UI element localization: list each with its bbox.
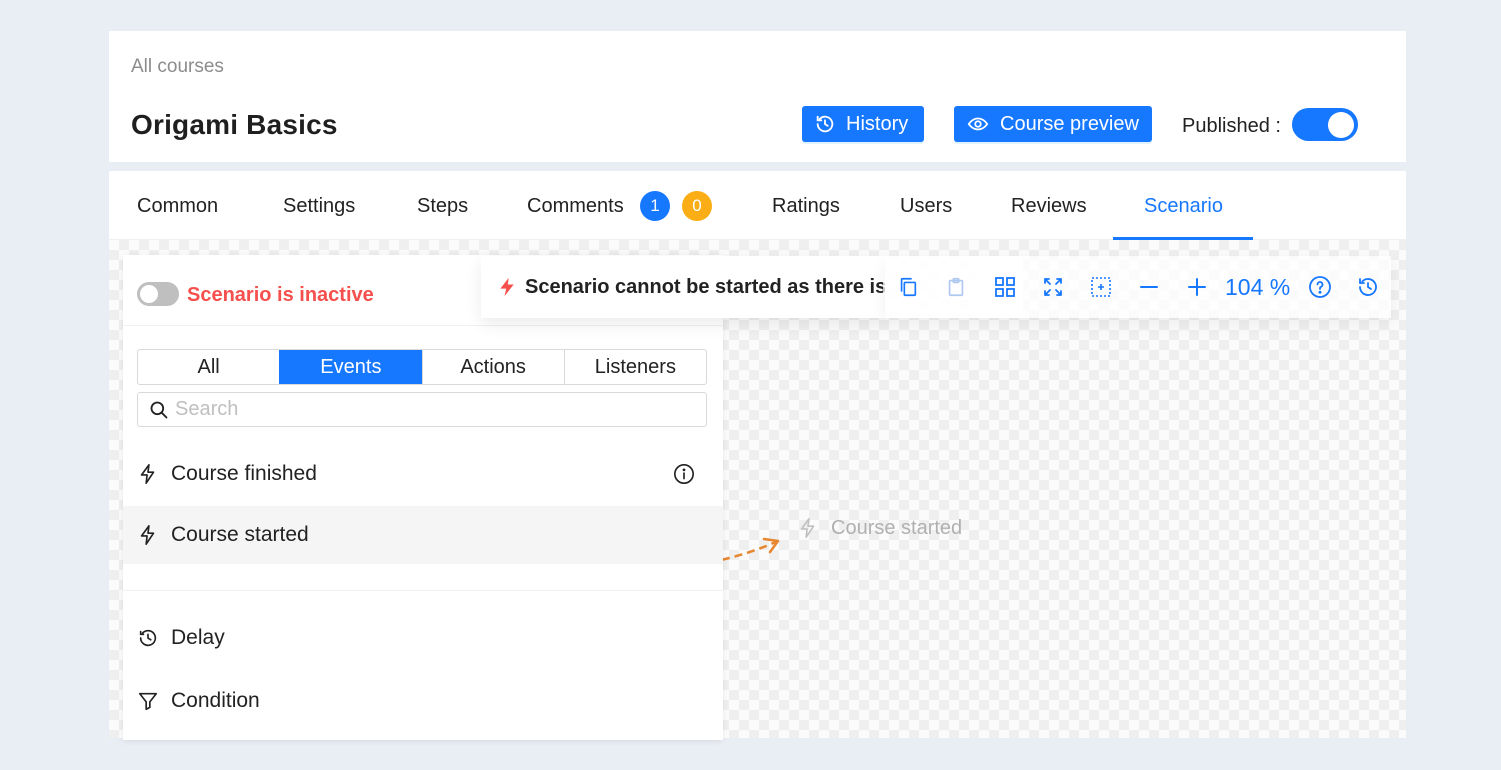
lightning-icon [140, 464, 155, 484]
tab-common[interactable]: Common [137, 195, 218, 218]
eye-icon [967, 117, 989, 131]
event-label: Course started [171, 523, 309, 546]
scenario-warning-alert: Scenario cannot be started as there is n… [481, 256, 885, 318]
course-header: All courses Origami Basics History Cours… [109, 31, 1406, 162]
help-icon[interactable] [1308, 275, 1332, 299]
segment-all[interactable]: All [138, 350, 279, 384]
lightning-icon [500, 277, 514, 297]
zoom-level: 104 % [1225, 274, 1291, 300]
segment-listeners[interactable]: Listeners [563, 350, 706, 384]
history-button[interactable]: History [802, 106, 924, 142]
scenario-sidebar: Scenario is inactive All Events Actions … [123, 255, 723, 740]
comments-pending-badge: 0 [682, 191, 712, 221]
published-toggle[interactable] [1292, 108, 1358, 141]
breadcrumb-all-courses[interactable]: All courses [131, 56, 224, 78]
scenario-active-toggle[interactable] [137, 282, 179, 306]
clock-icon [139, 629, 157, 647]
divider [123, 590, 723, 591]
history-label: History [846, 112, 909, 135]
event-course-finished[interactable]: Course finished [123, 445, 723, 503]
course-preview-label: Course preview [1000, 112, 1139, 135]
extra-condition[interactable]: Condition [123, 672, 723, 730]
canvas-node-course-started[interactable]: Course started [797, 516, 962, 540]
tab-comments[interactable]: Comments [527, 195, 624, 218]
canvas-toolbar: 104 % [885, 256, 1391, 318]
tab-scenario[interactable]: Scenario [1144, 195, 1223, 218]
event-course-started[interactable]: Course started [123, 506, 723, 564]
zoom-out-icon[interactable] [1137, 275, 1161, 299]
tab-reviews[interactable]: Reviews [1011, 195, 1087, 218]
tab-steps[interactable]: Steps [417, 195, 468, 218]
extra-delay[interactable]: Delay [123, 609, 723, 667]
search-box [137, 392, 707, 427]
comments-count-badge: 1 [640, 191, 670, 221]
search-icon [150, 401, 168, 418]
filter-icon [138, 692, 158, 711]
course-tabs: Common Settings Steps Comments 1 0 Ratin… [109, 171, 1406, 240]
copy-icon[interactable] [897, 275, 919, 299]
segment-events[interactable]: Events [279, 350, 422, 384]
canvas-node-label: Course started [831, 516, 963, 539]
published-label: Published : [1182, 115, 1281, 137]
scenario-status: Scenario is inactive [187, 284, 374, 306]
element-type-segmented-control: All Events Actions Listeners [137, 349, 707, 385]
tab-users[interactable]: Users [900, 195, 952, 218]
search-input[interactable] [175, 398, 675, 421]
fit-screen-icon[interactable] [1041, 275, 1065, 299]
extra-label: Delay [171, 626, 225, 649]
event-label: Course finished [171, 462, 317, 485]
zoom-in-icon[interactable] [1185, 275, 1209, 299]
alert-text: Scenario cannot be started as there is n… [525, 275, 885, 298]
history-icon[interactable] [1356, 275, 1380, 299]
divider [123, 325, 723, 326]
lightning-icon [800, 518, 815, 538]
extra-label: Condition [171, 689, 260, 712]
info-icon[interactable] [673, 463, 695, 485]
tab-ratings[interactable]: Ratings [772, 195, 840, 218]
course-preview-button[interactable]: Course preview [954, 106, 1152, 142]
page-title: Origami Basics [131, 109, 338, 140]
grid-icon[interactable] [993, 275, 1017, 299]
tab-settings[interactable]: Settings [283, 195, 355, 218]
segment-actions[interactable]: Actions [421, 350, 564, 384]
history-icon [816, 115, 834, 133]
paste-icon[interactable] [945, 275, 967, 299]
lightning-icon [140, 525, 155, 545]
selection-icon[interactable] [1089, 275, 1113, 299]
